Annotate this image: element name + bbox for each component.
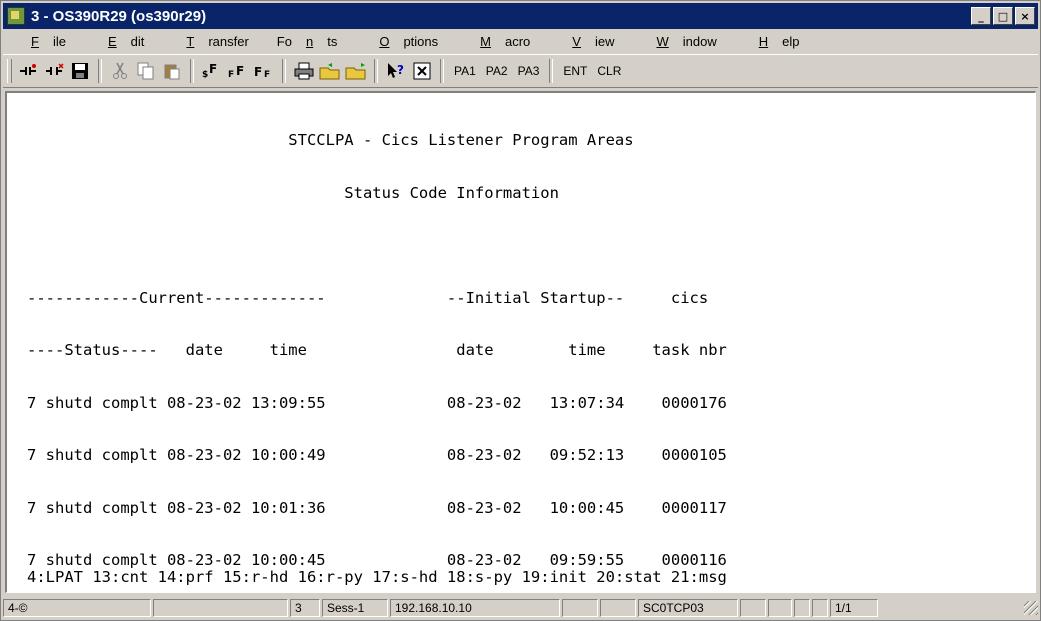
column-group-header: ------------Current------------- --Initi… xyxy=(27,288,709,307)
context-help-icon[interactable]: ? xyxy=(385,59,407,83)
toolbar-separator xyxy=(440,59,444,83)
status-field-host-address: 192.168.10.10 xyxy=(390,599,560,617)
status-bar: 4-© 3 Sess-1 192.168.10.10 SC0TCP03 1/1 xyxy=(3,597,1038,619)
enter-button[interactable]: ENT xyxy=(560,59,590,83)
status-field-connection: 4-© xyxy=(3,599,151,617)
pf-key-legend: 4:LPAT 13:cnt 14:prf 15:r-hd 16:r-py 17:… xyxy=(27,568,727,586)
font-smaller-icon[interactable]: FF xyxy=(227,59,249,83)
terminal-text: STCCLPA - Cics Listener Program Areas St… xyxy=(27,97,727,592)
status-field-blank xyxy=(562,599,598,617)
toolbar: $ F FF FF ? PA1 PA2 PA3 ENT CLR xyxy=(3,54,1038,88)
menu-help[interactable]: Help xyxy=(731,34,814,49)
status-field-blank xyxy=(768,599,792,617)
minimize-button[interactable]: _ xyxy=(971,7,991,25)
menu-edit[interactable]: Edit xyxy=(80,34,158,49)
send-file-icon[interactable] xyxy=(319,59,341,83)
toolbar-separator xyxy=(98,59,102,83)
table-row: 7 shutd complt 08-23-02 10:00:45 08-23-0… xyxy=(27,551,727,569)
menu-bar: File Edit Transfer Fo n ts Options Macro V… xyxy=(3,30,1038,52)
toolbar-separator xyxy=(190,59,194,83)
svg-text:?: ? xyxy=(397,63,404,77)
receive-file-icon[interactable] xyxy=(345,59,367,83)
copy-icon[interactable] xyxy=(135,59,157,83)
screen-title: STCCLPA - Cics Listener Program Areas xyxy=(27,131,634,149)
toolbar-separator xyxy=(374,59,378,83)
svg-text:F: F xyxy=(264,70,270,80)
svg-text:$: $ xyxy=(202,70,208,80)
menu-file[interactable]: File xyxy=(3,34,80,49)
pa1-button[interactable]: PA1 xyxy=(451,59,479,83)
status-field-blank xyxy=(794,599,810,617)
status-field-blank xyxy=(153,599,288,617)
table-row: 7 shutd complt 08-23-02 10:00:49 08-23-0… xyxy=(27,446,727,464)
status-field-session-number: 3 xyxy=(290,599,320,617)
status-field-session-name: Sess-1 xyxy=(322,599,388,617)
close-button[interactable]: × xyxy=(1015,7,1035,25)
svg-text:F: F xyxy=(209,62,217,76)
table-row: 7 shutd complt 08-23-02 10:01:36 08-23-0… xyxy=(27,498,727,517)
toolbar-separator xyxy=(549,59,554,83)
emulator-window: 3 - OS390R29 (os390r29) _ □ × File Edit … xyxy=(0,0,1041,621)
resize-grip[interactable] xyxy=(1024,601,1038,615)
menu-macro[interactable]: Macro xyxy=(452,34,544,49)
status-field-blank xyxy=(812,599,828,617)
toolbar-separator xyxy=(282,59,286,83)
screen-subtitle: Status Code Information xyxy=(27,183,559,202)
svg-text:F: F xyxy=(236,64,244,78)
clear-button[interactable]: CLR xyxy=(594,59,624,83)
status-field-cursor-position: 1/1 xyxy=(830,599,878,617)
menu-options[interactable]: Options xyxy=(351,34,452,49)
status-field-blank xyxy=(600,599,636,617)
pa3-button[interactable]: PA3 xyxy=(515,59,543,83)
pa2-button[interactable]: PA2 xyxy=(483,59,511,83)
menu-window[interactable]: Window xyxy=(628,34,730,49)
menu-view[interactable]: View xyxy=(544,34,628,49)
disconnect-icon[interactable] xyxy=(43,59,65,83)
table-row: 7 shutd complt 08-23-02 13:09:55 08-23-0… xyxy=(27,393,727,412)
status-field-lu-name: SC0TCP03 xyxy=(638,599,738,617)
column-header: ----Status---- date time date time task … xyxy=(27,341,727,359)
save-icon[interactable] xyxy=(69,59,91,83)
status-field-blank xyxy=(740,599,766,617)
svg-text:F: F xyxy=(254,65,262,79)
svg-text:F: F xyxy=(228,70,234,80)
print-icon[interactable] xyxy=(293,59,315,83)
connect-icon[interactable] xyxy=(17,59,39,83)
menu-fonts[interactable]: Fo n ts xyxy=(263,34,352,49)
font-size-icon[interactable]: $ F xyxy=(201,59,223,83)
cut-icon[interactable] xyxy=(109,59,131,83)
font-larger-icon[interactable]: FF xyxy=(253,59,275,83)
app-icon[interactable] xyxy=(7,7,25,25)
maximize-button[interactable]: □ xyxy=(993,7,1013,25)
menu-transfer[interactable]: Transfer xyxy=(158,34,262,49)
title-bar[interactable]: 3 - OS390R29 (os390r29) _ □ × xyxy=(3,3,1038,29)
paste-icon[interactable] xyxy=(161,59,183,83)
close-session-icon[interactable] xyxy=(411,59,433,83)
window-title: 3 - OS390R29 (os390r29) xyxy=(31,7,207,25)
toolbar-grip[interactable] xyxy=(7,59,12,83)
terminal-screen[interactable]: STCCLPA - Cics Listener Program Areas St… xyxy=(5,91,1036,593)
